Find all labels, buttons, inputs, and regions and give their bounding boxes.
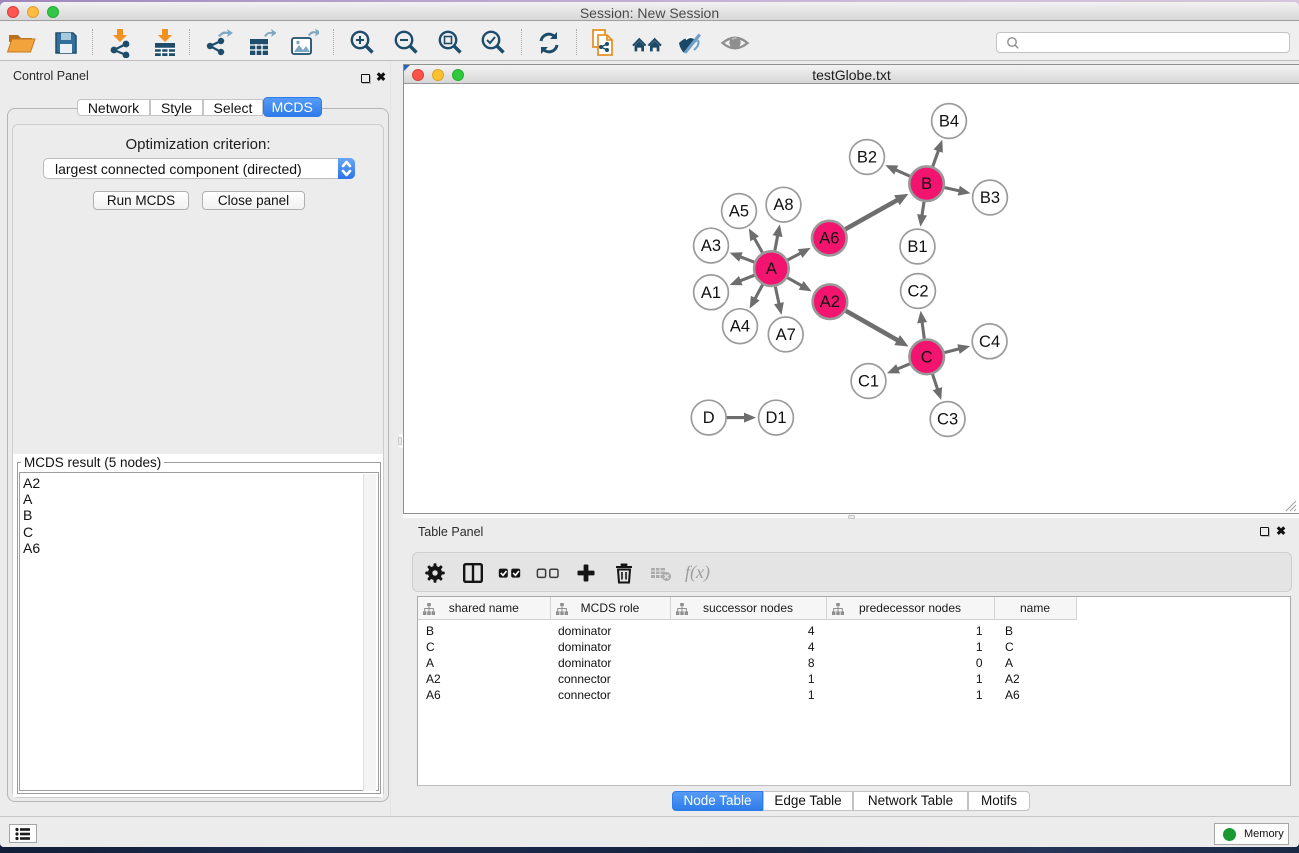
svg-text:C1: C1: [858, 373, 879, 391]
svg-text:D1: D1: [765, 409, 786, 427]
svg-text:C: C: [921, 348, 933, 366]
svg-text:A4: A4: [730, 318, 750, 336]
svg-text:A8: A8: [773, 196, 793, 214]
svg-text:B3: B3: [980, 189, 1000, 207]
svg-text:C3: C3: [937, 411, 958, 429]
svg-text:A3: A3: [701, 237, 721, 255]
svg-text:D: D: [703, 409, 715, 427]
svg-text:A6: A6: [819, 230, 839, 248]
svg-text:B: B: [921, 175, 932, 193]
svg-text:A2: A2: [820, 293, 840, 311]
svg-text:A7: A7: [776, 326, 796, 344]
svg-text:C2: C2: [907, 283, 928, 301]
svg-text:C4: C4: [979, 333, 1000, 351]
svg-text:A1: A1: [701, 284, 721, 302]
svg-text:B1: B1: [907, 238, 927, 256]
svg-text:B4: B4: [939, 113, 959, 131]
svg-text:A5: A5: [729, 203, 749, 221]
svg-text:A: A: [766, 260, 777, 278]
svg-text:B2: B2: [857, 149, 877, 167]
